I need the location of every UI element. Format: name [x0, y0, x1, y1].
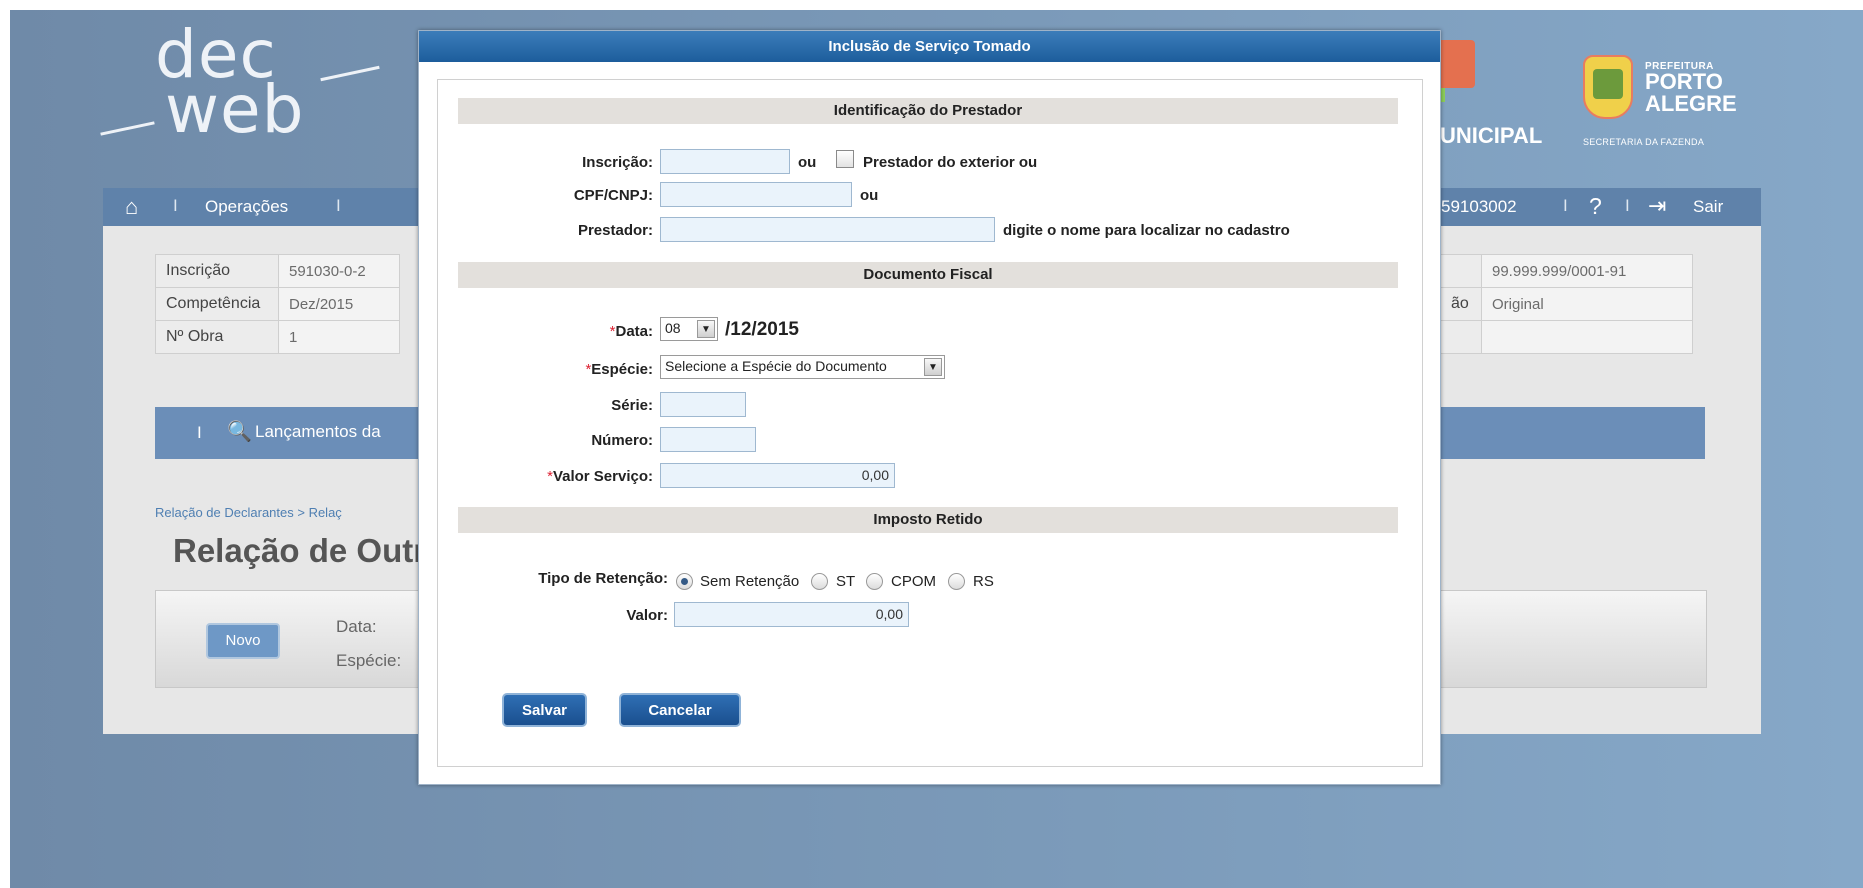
filter-especie-label: Espécie:	[336, 651, 402, 670]
table-row: 99.999.999/0001-91	[1440, 254, 1693, 288]
document-search-icon: 🔍	[227, 421, 252, 443]
help-icon[interactable]: ?	[1589, 193, 1602, 220]
nav-operacoes[interactable]: Operações	[205, 197, 288, 217]
chevron-down-icon: ▼	[924, 358, 942, 376]
data-day-select[interactable]: 08 ▼	[660, 317, 718, 341]
prestador-exterior-checkbox[interactable]	[836, 150, 854, 168]
info-label: Competência	[155, 287, 279, 321]
prestador-label: Prestador:	[577, 222, 653, 239]
data-label: *Data:	[609, 323, 653, 340]
logout-icon[interactable]: ⇥	[1648, 193, 1666, 219]
especie-label: *Espécie:	[585, 361, 653, 378]
info-label: ão	[1440, 287, 1482, 321]
nav-separator: I	[336, 196, 341, 215]
info-value: 591030-0-2	[278, 254, 400, 288]
info-label	[1440, 320, 1482, 354]
lancamentos-menu-item[interactable]: Lançamentos da	[255, 422, 381, 442]
municipal-text: UNICIPAL	[1440, 123, 1543, 148]
table-row: Inscrição 591030-0-2	[155, 254, 400, 288]
nav-separator: I	[173, 196, 178, 215]
brand-logo-shape	[1435, 40, 1475, 88]
section-header-prestador: Identificação do Prestador	[458, 98, 1398, 124]
ou-text: ou	[798, 154, 817, 171]
prestador-input[interactable]	[660, 217, 995, 242]
dialog-form: Identificação do Prestador Inscrição: ou…	[437, 79, 1423, 767]
table-row: Competência Dez/2015	[155, 287, 400, 321]
info-label: Nº Obra	[155, 320, 279, 354]
nav-separator: I	[1625, 196, 1630, 215]
info-value: 1	[278, 320, 400, 354]
radio-sem-retencao[interactable]	[676, 573, 693, 590]
tipo-retencao-label: Tipo de Retenção:	[538, 570, 668, 587]
cpf-cnpj-input[interactable]	[660, 182, 852, 207]
data-day-value: 08	[665, 320, 681, 336]
numero-label: Número:	[591, 432, 653, 449]
novo-button[interactable]: Novo	[206, 623, 280, 659]
section-header-imposto: Imposto Retido	[458, 507, 1398, 533]
valor-label: Valor:	[626, 607, 668, 624]
serie-input[interactable]	[660, 392, 746, 417]
nav-inscricao: 59103002	[1441, 197, 1517, 216]
dialog-title[interactable]: Inclusão de Serviço Tomado	[419, 31, 1440, 62]
nav-separator: I	[197, 423, 202, 442]
radio-label: RS	[973, 573, 994, 590]
chevron-down-icon: ▼	[697, 320, 715, 338]
cpf-cnpj-label: CPF/CNPJ:	[573, 187, 653, 204]
ou-text: ou	[860, 187, 879, 204]
nav-separator: I	[1563, 196, 1568, 215]
data-month-year: /12/2015	[725, 319, 799, 340]
radio-label: Sem Retenção	[700, 573, 800, 590]
declarant-info-table-right: 99.999.999/0001-91 ão Original	[1440, 254, 1693, 354]
info-value: Dez/2015	[278, 287, 400, 321]
section-header-documento: Documento Fiscal	[458, 262, 1398, 288]
declarant-info-table: Inscrição 591030-0-2 Competência Dez/201…	[155, 254, 400, 354]
table-row: ão Original	[1440, 287, 1693, 321]
home-icon[interactable]: ⌂	[125, 194, 138, 220]
radio-label: CPOM	[891, 573, 936, 590]
valor-retido-input[interactable]: 0,00	[674, 602, 909, 627]
info-value: 99.999.999/0001-91	[1481, 254, 1693, 288]
especie-select[interactable]: Selecione a Espécie do Documento ▼	[660, 355, 945, 379]
inscricao-label: Inscrição:	[582, 154, 653, 171]
city-name-line2: ALEGRE	[1645, 91, 1737, 116]
serie-label: Série:	[611, 397, 653, 414]
info-value: Original	[1481, 287, 1693, 321]
logo-web-text: web	[165, 71, 305, 148]
radio-cpom[interactable]	[866, 573, 883, 590]
inclusao-servico-dialog: Inclusão de Serviço Tomado Identificação…	[418, 30, 1441, 785]
info-value	[1481, 320, 1693, 354]
inscricao-input[interactable]	[660, 149, 790, 174]
prestador-exterior-label: Prestador do exterior ou	[863, 154, 1038, 171]
prefeitura-logo: PREFEITURA PORTO ALEGRE SECRETARIA DA FA…	[1583, 55, 1783, 155]
filter-data-label: Data:	[336, 617, 377, 636]
table-row	[1440, 320, 1693, 354]
valor-servico-input[interactable]: 0,00	[660, 463, 895, 488]
logout-link[interactable]: Sair	[1693, 197, 1723, 217]
radio-label: ST	[836, 573, 856, 590]
table-row: Nº Obra 1	[155, 320, 400, 354]
radio-rs[interactable]	[948, 573, 965, 590]
breadcrumb[interactable]: Relação de Declarantes > Relaç	[155, 505, 342, 520]
valor-servico-label: *Valor Serviço:	[547, 468, 653, 485]
city-name-line1: PORTO	[1645, 69, 1723, 94]
info-label: Inscrição	[155, 254, 279, 288]
city-crest-icon	[1583, 55, 1633, 119]
page-title: Relação de Outr	[173, 532, 427, 569]
salvar-button[interactable]: Salvar	[502, 693, 587, 727]
numero-input[interactable]	[660, 427, 756, 452]
especie-value: Selecione a Espécie do Documento	[665, 358, 887, 374]
cancelar-button[interactable]: Cancelar	[619, 693, 741, 727]
info-label	[1440, 254, 1482, 288]
radio-st[interactable]	[811, 573, 828, 590]
prestador-hint: digite o nome para localizar no cadastro	[1003, 222, 1290, 239]
secretaria-label: SECRETARIA DA FAZENDA	[1583, 137, 1705, 147]
